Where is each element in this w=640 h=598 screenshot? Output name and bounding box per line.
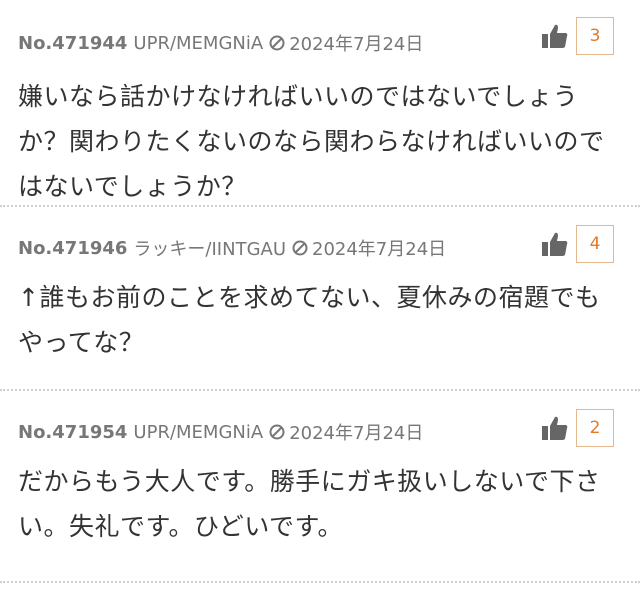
post-author[interactable]: UPR/MEMGNiA [133,33,263,54]
divider [0,581,640,583]
post-item: No.471946 ラッキー/IINTGAU 2024年7月24日 4 ↑誰もお… [0,207,640,389]
thumbs-up-icon[interactable] [540,229,570,259]
post-author[interactable]: ラッキー/IINTGAU [133,235,286,261]
thumbs-up-icon[interactable] [540,413,570,443]
prohibited-icon [292,240,308,256]
prohibited-icon [269,35,285,51]
like-control[interactable]: 2 [540,409,614,447]
like-count: 3 [576,17,614,55]
like-control[interactable]: 4 [540,225,614,263]
post-meta: No.471944 UPR/MEMGNiA 2024年7月24日 [18,30,423,56]
post-number[interactable]: No.471944 [18,33,127,54]
post-meta: No.471954 UPR/MEMGNiA 2024年7月24日 [18,419,423,445]
post-body: だからもう大人です。勝手にガキ扱いしないで下さい。失礼です。ひどいです。 [18,467,601,541]
post-body: 嫌いなら話かけなければいいのではないでしょうか？関わりたくないのなら関わらなけれ… [18,82,605,201]
post-item: No.471954 UPR/MEMGNiA 2024年7月24日 2 だからもう… [0,391,640,581]
post-date: 2024年7月24日 [289,423,424,444]
post-author[interactable]: UPR/MEMGNiA [133,422,263,443]
prohibited-icon [269,424,285,440]
thumbs-up-icon[interactable] [540,21,570,51]
post-number[interactable]: No.471946 [18,238,127,259]
post-date: 2024年7月24日 [289,34,424,55]
post-meta: No.471946 ラッキー/IINTGAU 2024年7月24日 [18,235,446,261]
post-number[interactable]: No.471954 [18,422,127,443]
post-list: No.471944 UPR/MEMGNiA 2024年7月24日 3 嫌いなら話… [0,0,640,583]
like-count: 4 [576,225,614,263]
post-item: No.471944 UPR/MEMGNiA 2024年7月24日 3 嫌いなら話… [0,0,640,205]
like-control[interactable]: 3 [540,17,614,55]
post-date: 2024年7月24日 [312,239,447,260]
like-count: 2 [576,409,614,447]
post-body: ↑誰もお前のことを求めてない、夏休みの宿題でもやってな？ [18,283,601,357]
